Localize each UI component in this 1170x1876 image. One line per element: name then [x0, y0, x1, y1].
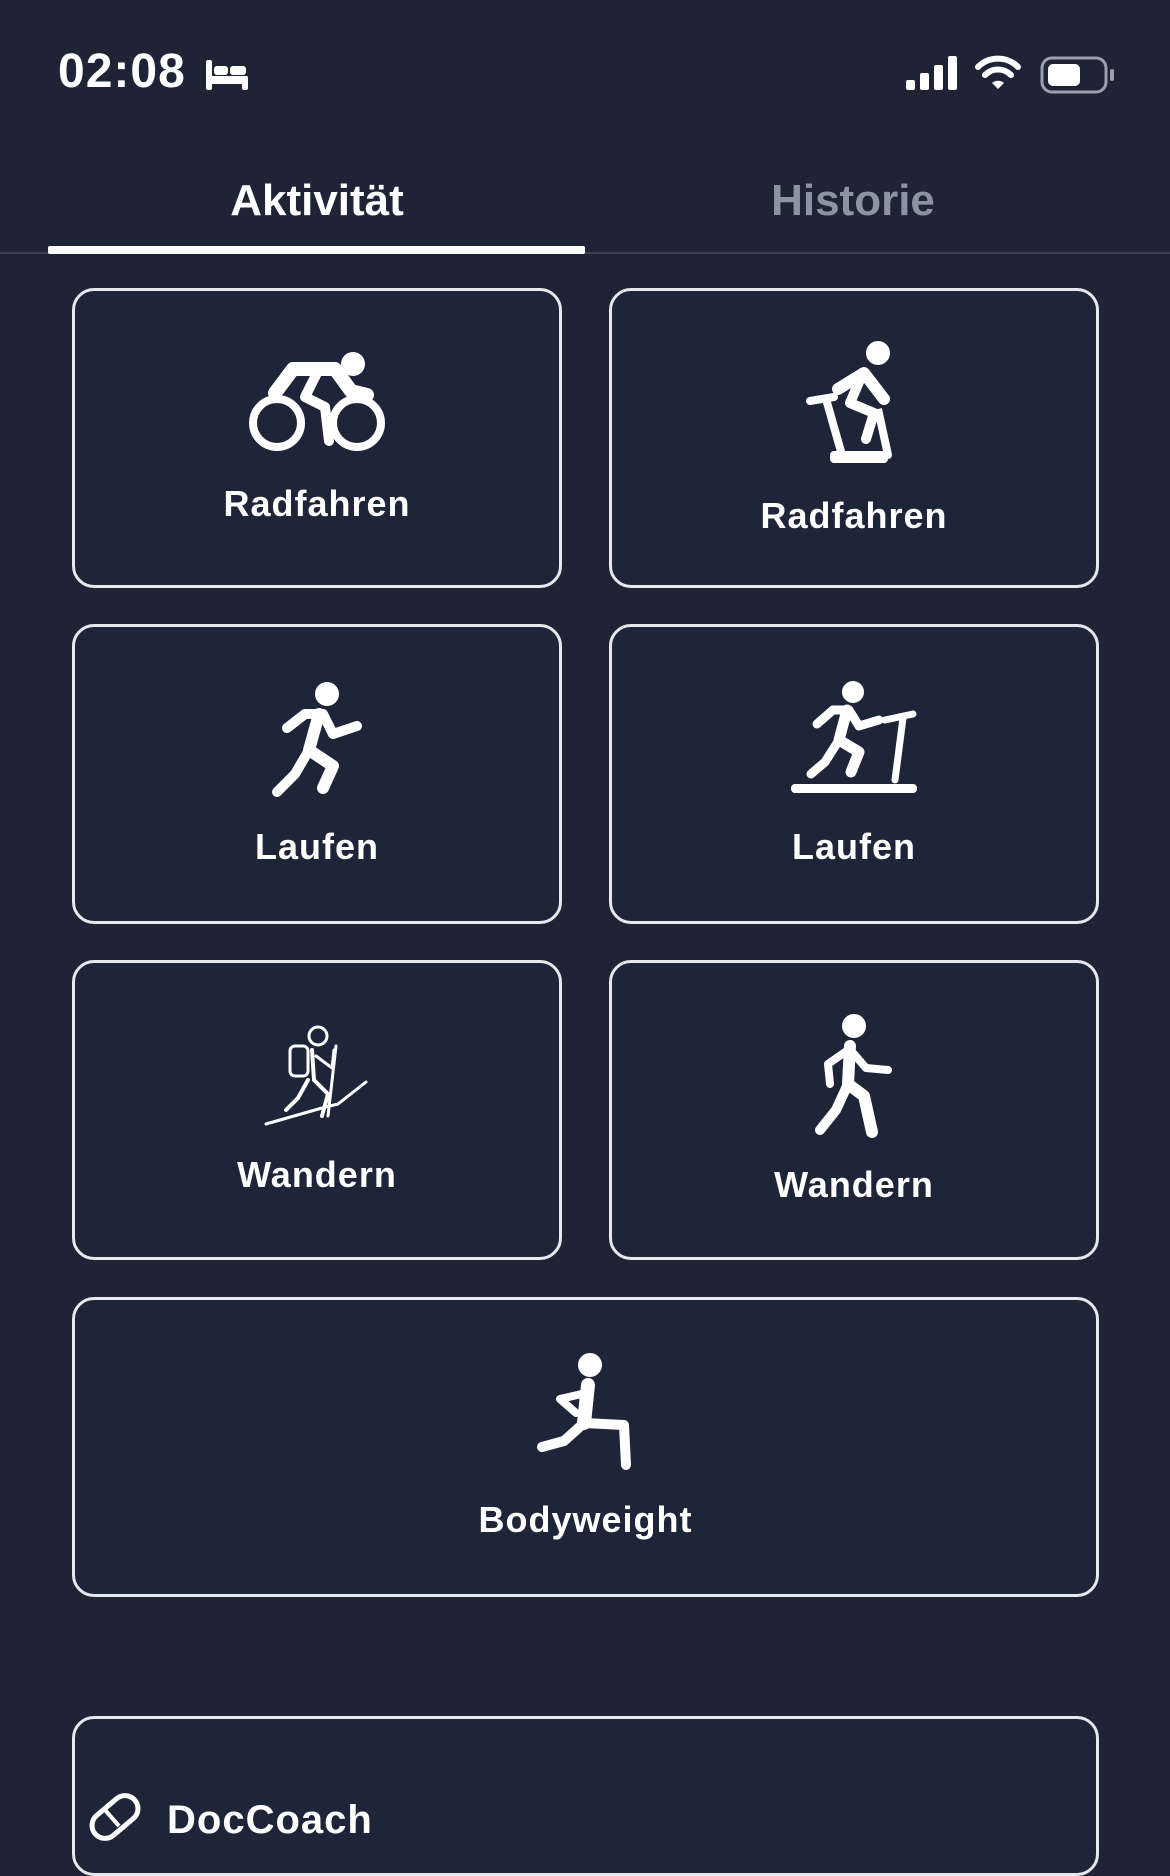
lunge-icon [536, 1353, 631, 1470]
activity-label: Laufen [791, 826, 916, 867]
road-cycling-icon [249, 352, 385, 451]
activity-card-running[interactable]: Laufen [72, 624, 562, 924]
treadmill-icon [791, 681, 917, 793]
cellular-signal-icon [906, 56, 957, 90]
activity-label: DocCoach [167, 1797, 373, 1842]
activity-label: Wandern [774, 1164, 934, 1205]
status-bar: 02:08 [0, 0, 1170, 150]
wifi-icon [975, 55, 1021, 89]
activity-label: Bodyweight [478, 1499, 693, 1540]
activity-label: Wandern [237, 1154, 397, 1195]
status-time: 02:08 [58, 45, 186, 98]
activity-label: Laufen [254, 826, 379, 867]
activity-card-treadmill[interactable]: Laufen [609, 624, 1099, 924]
battery-icon [1040, 56, 1114, 94]
walking-icon [815, 1014, 892, 1138]
bandage-icon [89, 1793, 141, 1841]
tab-aktivitaet[interactable]: Aktivität [48, 150, 586, 252]
indoor-cycling-icon [806, 341, 892, 463]
activity-card-road-cycling[interactable]: Radfahren [72, 288, 562, 588]
activity-card-hiking[interactable]: Wandern [72, 960, 562, 1260]
hiking-icon [264, 1025, 368, 1126]
active-tab-indicator [48, 246, 585, 254]
activity-card-indoor-cycling[interactable]: Radfahren [609, 288, 1099, 588]
activity-label: Radfahren [760, 495, 948, 536]
activity-card-doccoach[interactable]: DocCoach [72, 1716, 1099, 1876]
activity-card-bodyweight[interactable]: Bodyweight [72, 1297, 1099, 1597]
tab-bar: Aktivität Historie [0, 150, 1170, 254]
tab-historie[interactable]: Historie [584, 150, 1122, 252]
activity-label: Radfahren [223, 483, 411, 524]
bed-icon [206, 60, 248, 90]
running-icon [272, 682, 362, 797]
activity-card-walking[interactable]: Wandern [609, 960, 1099, 1260]
